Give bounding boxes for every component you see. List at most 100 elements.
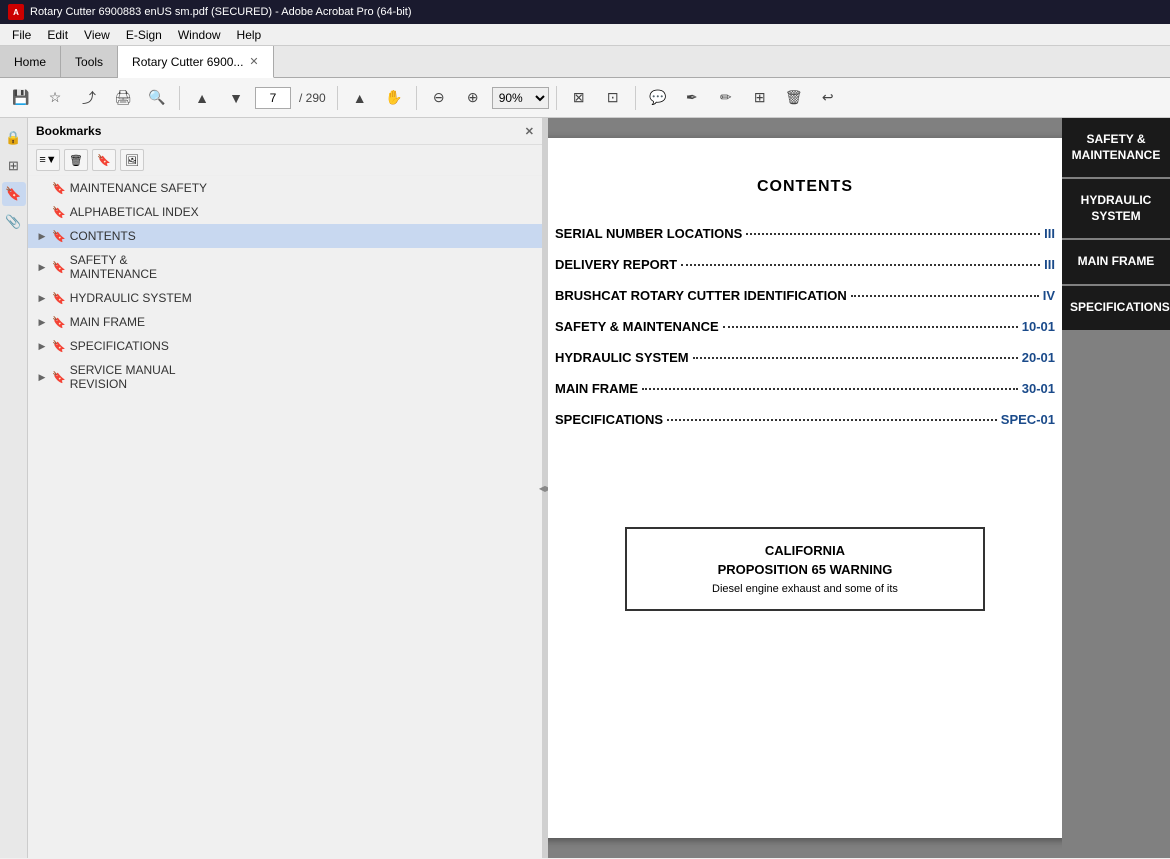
title-bar: A Rotary Cutter 6900883 enUS sm.pdf (SEC…	[0, 0, 1170, 24]
toc-page: 20-01	[1022, 350, 1055, 365]
toc-entry-hydraulic: HYDRAULIC SYSTEM 20-01	[555, 350, 1055, 365]
ca-warning-title: CALIFORNIA	[647, 543, 963, 558]
tab-close-button[interactable]: ✕	[249, 55, 258, 68]
toc-label: SAFETY & MAINTENANCE	[555, 319, 719, 334]
bm-new-btn[interactable]: 🔖	[92, 149, 116, 171]
toc-label: DELIVERY REPORT	[555, 257, 677, 272]
toc-dots	[667, 419, 997, 421]
toc-page: III	[1044, 257, 1055, 272]
right-tab-safety[interactable]: SAFETY &MAINTENANCE	[1062, 118, 1170, 177]
paperclip-icon-btn[interactable]: 📎	[2, 210, 26, 234]
right-tab-specifications[interactable]: SPECIFICATIONS	[1062, 286, 1170, 330]
menu-help[interactable]: Help	[229, 26, 270, 44]
toc-page: IV	[1043, 288, 1055, 303]
tab-home[interactable]: Home	[0, 46, 61, 77]
bookmarks-header-left: Bookmarks	[36, 124, 101, 138]
menu-edit[interactable]: Edit	[39, 26, 76, 44]
expand-icon: ▶	[36, 230, 48, 242]
toc-entry-delivery: DELIVERY REPORT III	[555, 257, 1055, 272]
right-tab-hydraulic[interactable]: HYDRAULICSYSTEM	[1062, 179, 1170, 238]
page-number-input[interactable]	[255, 87, 291, 109]
print-button[interactable]: 🖨	[108, 83, 138, 113]
pen-button[interactable]: ✒	[677, 83, 707, 113]
bm-image-btn[interactable]: 🖼	[120, 149, 144, 171]
bookmarks-close-button[interactable]: ✕	[525, 125, 534, 138]
ca-warning-wrapper: CALIFORNIA PROPOSITION 65 WARNING Diesel…	[555, 487, 1055, 611]
right-tab-panel: SAFETY &MAINTENANCE HYDRAULICSYSTEM MAIN…	[1062, 118, 1170, 858]
menu-esign[interactable]: E-Sign	[118, 26, 170, 44]
bookmarks-icon-btn[interactable]: 🔖	[2, 182, 26, 206]
bookmark-item-contents[interactable]: ▶ 🔖 CONTENTS	[28, 224, 542, 248]
toc-page: SPEC-01	[1001, 412, 1055, 427]
tab-home-label: Home	[14, 55, 46, 69]
bookmark-item-hydraulic-system[interactable]: ▶ 🔖 HYDRAULIC SYSTEM	[28, 286, 542, 310]
bookmark-item-safety-maintenance[interactable]: ▶ 🔖 SAFETY &MAINTENANCE	[28, 248, 542, 286]
bookmark-icon: 🔖	[52, 340, 66, 353]
bookmarks-header: Bookmarks ✕	[28, 118, 542, 145]
toc-dots	[851, 295, 1039, 297]
tab-bar: Home Tools Rotary Cutter 6900... ✕	[0, 46, 1170, 78]
bookmark-item-service-manual-revision[interactable]: ▶ 🔖 SERVICE MANUALREVISION	[28, 358, 542, 396]
bookmark-label: SERVICE MANUALREVISION	[70, 363, 176, 391]
next-page-button[interactable]: ▼	[221, 83, 251, 113]
menu-window[interactable]: Window	[170, 26, 229, 44]
menu-view[interactable]: View	[76, 26, 118, 44]
tab-tools-label: Tools	[75, 55, 103, 69]
highlight-button[interactable]: ✏	[711, 83, 741, 113]
menu-file[interactable]: File	[4, 26, 39, 44]
bookmark-icon: 🔖	[52, 316, 66, 329]
tab-doc-label: Rotary Cutter 6900...	[132, 55, 243, 69]
zoom-out-button[interactable]: ⊖	[424, 83, 454, 113]
expand-icon: ▶	[36, 261, 48, 273]
cursor-tool[interactable]: ▲	[345, 83, 375, 113]
toolbar-sep-5	[635, 86, 636, 110]
toc-label: HYDRAULIC SYSTEM	[555, 350, 689, 365]
trash-button[interactable]: 🗑	[779, 83, 809, 113]
stamp-button[interactable]: ⊞	[745, 83, 775, 113]
bookmark-list: 🔖 MAINTENANCE SAFETY 🔖 ALPHABETICAL INDE…	[28, 176, 542, 858]
bookmark-label: CONTENTS	[70, 229, 136, 243]
bookmark-label: HYDRAULIC SYSTEM	[70, 291, 192, 305]
search-button[interactable]: 🔍	[142, 83, 172, 113]
expand-icon: ▶	[36, 316, 48, 328]
window-title: Rotary Cutter 6900883 enUS sm.pdf (SECUR…	[30, 6, 412, 18]
toc-entry-brushcat: BRUSHCAT ROTARY CUTTER IDENTIFICATION IV	[555, 288, 1055, 303]
toc-entry-main-frame: MAIN FRAME 30-01	[555, 381, 1055, 396]
bookmark-icon: 🔖	[52, 261, 66, 274]
bookmark-item-main-frame[interactable]: ▶ 🔖 MAIN FRAME	[28, 310, 542, 334]
tab-doc[interactable]: Rotary Cutter 6900... ✕	[118, 46, 274, 78]
expand-icon	[36, 182, 48, 194]
content-wrapper: 🔒 ⊞ 🔖 📎 Bookmarks ✕ ≡▼ 🗑 🔖 🖼 🔖 MAINTENAN…	[0, 118, 1170, 858]
bookmark-button[interactable]: ☆	[40, 83, 70, 113]
tab-tools[interactable]: Tools	[61, 46, 118, 77]
toolbar-sep-1	[179, 86, 180, 110]
snapshot-button[interactable]: ⊡	[598, 83, 628, 113]
undo-button[interactable]: ↩	[813, 83, 843, 113]
zoom-select[interactable]: 50% 75% 90% 100% 125% 150% 200%	[492, 87, 549, 109]
bookmark-item-alphabetical-index[interactable]: 🔖 ALPHABETICAL INDEX	[28, 200, 542, 224]
bookmark-item-maintenance-safety[interactable]: 🔖 MAINTENANCE SAFETY	[28, 176, 542, 200]
page-title: CONTENTS	[555, 178, 1055, 196]
fit-page-button[interactable]: ⊠	[564, 83, 594, 113]
right-tab-main-frame[interactable]: MAIN FRAME	[1062, 240, 1170, 284]
ca-warning-subtitle: PROPOSITION 65 WARNING	[647, 562, 963, 577]
toc-dots	[642, 388, 1018, 390]
toc-dots	[681, 264, 1040, 266]
comment-button[interactable]: 💬	[643, 83, 673, 113]
bookmark-item-specifications[interactable]: ▶ 🔖 SPECIFICATIONS	[28, 334, 542, 358]
bm-delete-btn[interactable]: 🗑	[64, 149, 88, 171]
lock-icon-btn[interactable]: 🔒	[2, 126, 26, 150]
layers-icon-btn[interactable]: ⊞	[2, 154, 26, 178]
bm-options-btn[interactable]: ≡▼	[36, 149, 60, 171]
expand-icon: ▶	[36, 292, 48, 304]
pdf-area: CONTENTS SERIAL NUMBER LOCATIONS III DEL…	[548, 118, 1062, 858]
bookmark-icon: 🔖	[52, 206, 66, 219]
share-button[interactable]: ⤴	[74, 83, 104, 113]
save-button[interactable]: 💾	[6, 83, 36, 113]
bookmark-icon: 🔖	[52, 230, 66, 243]
zoom-in-button[interactable]: ⊕	[458, 83, 488, 113]
toc-label: MAIN FRAME	[555, 381, 638, 396]
hand-tool[interactable]: ✋	[379, 83, 409, 113]
bookmarks-title: Bookmarks	[36, 124, 101, 138]
prev-page-button[interactable]: ▲	[187, 83, 217, 113]
